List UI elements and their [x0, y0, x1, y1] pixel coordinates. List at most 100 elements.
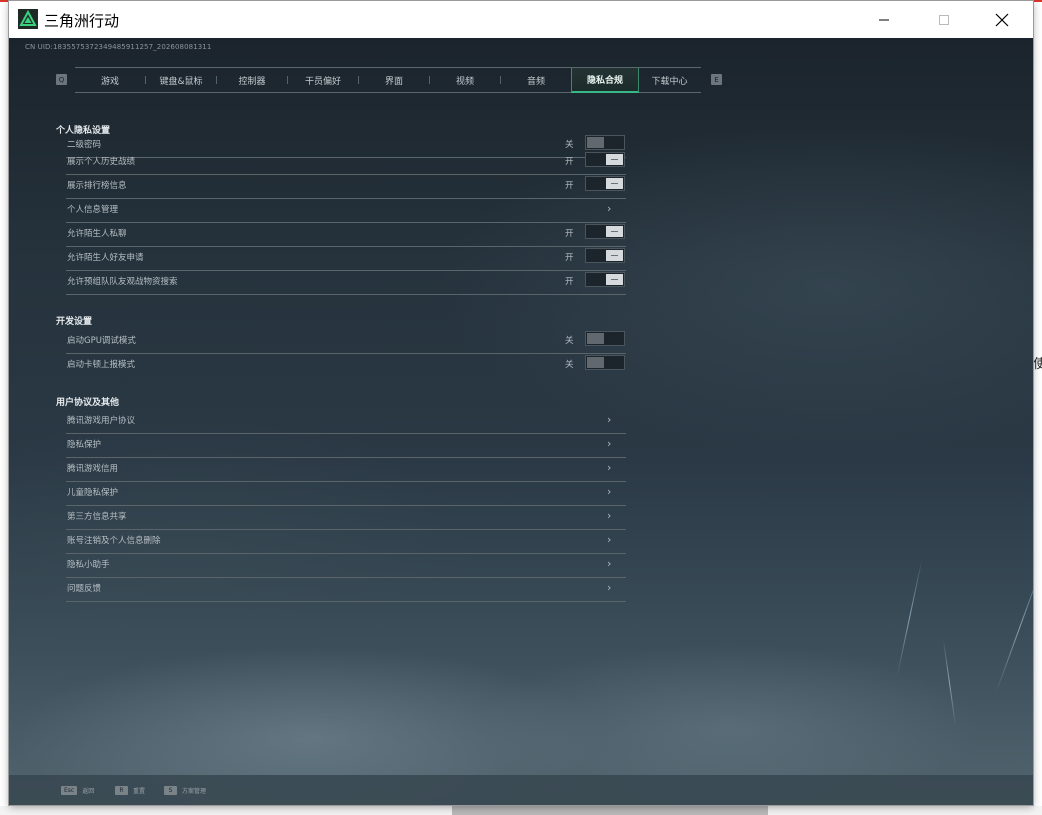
setting-label: 允许陌生人好友申请: [67, 253, 144, 263]
setting-row-show-history[interactable]: 展示个人历史战绩 开: [66, 151, 626, 175]
setting-row-gpu-debug[interactable]: 启动GPU调试模式 关: [66, 330, 626, 354]
link-row-third-party-sharing[interactable]: 第三方信息共享 ›: [66, 506, 626, 530]
toggle-switch[interactable]: [585, 176, 625, 191]
tab-video[interactable]: 视频: [430, 68, 500, 92]
toggle-switch[interactable]: [585, 272, 625, 287]
setting-label: 个人信息管理: [67, 205, 119, 215]
app-logo-icon: [18, 9, 38, 29]
setting-label: 腾讯游戏用户协议: [67, 416, 136, 426]
key-badge: Esc: [61, 786, 78, 795]
hint-label: 方案管理: [182, 788, 207, 795]
setting-row-stranger-chat[interactable]: 允许陌生人私聊 开: [66, 223, 626, 247]
toggle-switch[interactable]: [585, 152, 625, 167]
link-row-account-deletion[interactable]: 账号注销及个人信息删除 ›: [66, 530, 626, 554]
setting-row-team-spectate-search[interactable]: 允许预组队队友观战物资搜索 开: [66, 271, 626, 295]
settings-tabs: 游戏 键盘&鼠标 控制器 干员偏好 界面 视频 音频 隐私合规 下载中心: [75, 67, 701, 93]
toggle-knob: [606, 154, 623, 165]
setting-label: 隐私保护: [67, 440, 102, 450]
setting-label: 第三方信息共享: [67, 512, 127, 522]
setting-state: 关: [565, 140, 574, 150]
maximize-button[interactable]: [921, 1, 967, 38]
maximize-icon: [939, 14, 949, 25]
setting-label: 展示个人历史战绩: [67, 157, 136, 167]
link-row-user-agreement[interactable]: 腾讯游戏用户协议 ›: [66, 410, 626, 434]
setting-row-personal-info[interactable]: 个人信息管理 ›: [66, 199, 626, 223]
chevron-right-icon: ›: [607, 509, 612, 522]
setting-row-stranger-friend-request[interactable]: 允许陌生人好友申请 开: [66, 247, 626, 271]
toggle-knob: [606, 274, 623, 285]
setting-label: 允许陌生人私聊: [67, 229, 127, 239]
tab-next-key[interactable]: E: [711, 74, 722, 85]
setting-label: 允许预组队队友观战物资搜索: [67, 277, 178, 287]
tab-prev-key[interactable]: Q: [56, 74, 67, 85]
tab-audio[interactable]: 音频: [501, 68, 571, 92]
link-row-feedback[interactable]: 问题反馈 ›: [66, 578, 626, 602]
setting-state: 开: [565, 277, 574, 287]
setting-state: 开: [565, 157, 574, 167]
background-lightning: [995, 562, 1033, 694]
toggle-knob: [587, 137, 604, 148]
tab-privacy-compliance[interactable]: 隐私合规: [571, 68, 639, 93]
setting-state: 开: [565, 181, 574, 191]
link-row-privacy-protection[interactable]: 隐私保护 ›: [66, 434, 626, 458]
tab-download-center[interactable]: 下载中心: [638, 68, 701, 92]
window-title: 三角洲行动: [44, 12, 120, 30]
hint-scheme-manage[interactable]: S 方案管理: [164, 786, 206, 795]
tab-interface[interactable]: 界面: [359, 68, 429, 92]
setting-label: 隐私小助手: [67, 560, 110, 570]
chevron-right-icon: ›: [607, 413, 612, 426]
chevron-right-icon: ›: [607, 557, 612, 570]
background-lightning: [896, 559, 923, 677]
background-taskbar-item: [452, 806, 768, 815]
hint-label: 返回: [82, 788, 95, 795]
toggle-knob: [606, 178, 623, 189]
setting-row-stutter-report[interactable]: 启动卡顿上报模式 关: [66, 354, 626, 377]
close-icon: [995, 13, 1009, 26]
setting-label: 启动卡顿上报模式: [67, 360, 136, 370]
setting-label: 腾讯游戏信用: [67, 464, 119, 474]
chevron-right-icon: ›: [607, 581, 612, 594]
title-bar[interactable]: 三角洲行动: [9, 1, 1033, 38]
toggle-switch[interactable]: [585, 224, 625, 239]
key-badge: R: [115, 786, 128, 795]
setting-label: 启动GPU调试模式: [67, 336, 136, 346]
setting-row-show-leaderboard[interactable]: 展示排行榜信息 开: [66, 175, 626, 199]
hint-label: 重置: [133, 788, 146, 795]
minimize-icon: [879, 19, 889, 20]
agreements-section-title: 用户协议及其他: [56, 398, 120, 408]
dev-section-title: 开发设置: [56, 317, 93, 327]
tab-keyboard-mouse[interactable]: 键盘&鼠标: [146, 68, 216, 92]
setting-label: 二级密码: [67, 140, 102, 150]
toggle-switch[interactable]: [585, 355, 625, 370]
toggle-switch[interactable]: [585, 248, 625, 263]
setting-state: 开: [565, 229, 574, 239]
setting-label: 儿童隐私保护: [67, 488, 119, 498]
hint-reset[interactable]: R 重置: [115, 786, 145, 795]
link-row-child-privacy[interactable]: 儿童隐私保护 ›: [66, 482, 626, 506]
toggle-knob: [606, 250, 623, 261]
hint-back[interactable]: Esc 返回: [61, 786, 94, 795]
close-button[interactable]: [979, 1, 1025, 38]
toggle-knob: [587, 357, 604, 368]
chevron-right-icon: ›: [607, 533, 612, 546]
tab-game[interactable]: 游戏: [75, 68, 145, 92]
key-badge: S: [164, 786, 177, 795]
player-uid: CN UID:1835575372349485911257_2026080813…: [25, 43, 212, 51]
settings-screen: CN UID:1835575372349485911257_2026080813…: [9, 38, 1033, 805]
chevron-right-icon: ›: [607, 202, 612, 215]
setting-state: 关: [565, 336, 574, 346]
setting-state: 关: [565, 360, 574, 370]
link-row-game-credit[interactable]: 腾讯游戏信用 ›: [66, 458, 626, 482]
link-row-privacy-assistant[interactable]: 隐私小助手 ›: [66, 554, 626, 578]
setting-label: 问题反馈: [67, 584, 102, 594]
game-window: 三角洲行动 CN UID:1835575372349485911257_2026…: [9, 1, 1033, 805]
minimize-button[interactable]: [861, 1, 907, 38]
chevron-right-icon: ›: [607, 485, 612, 498]
tab-controller[interactable]: 控制器: [217, 68, 287, 92]
toggle-switch[interactable]: [585, 135, 625, 150]
tab-operator-preference[interactable]: 干员偏好: [288, 68, 358, 92]
toggle-switch[interactable]: [585, 331, 625, 346]
background-lightning: [942, 638, 957, 728]
toggle-knob: [587, 333, 604, 344]
chevron-right-icon: ›: [607, 437, 612, 450]
